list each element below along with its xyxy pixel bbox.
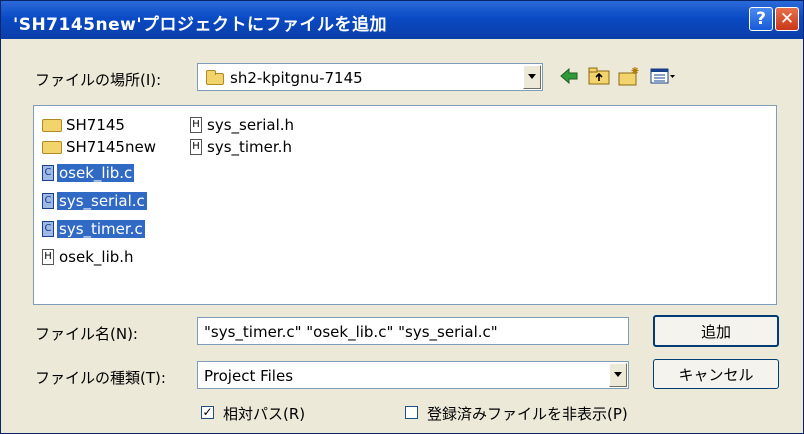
file-item[interactable]: C sys_timer.c xyxy=(42,218,145,240)
new-folder-icon[interactable] xyxy=(617,65,641,87)
add-files-dialog: 'SH7145new'プロジェクトにファイルを追加 ? ✕ ファイルの場所(I)… xyxy=(0,0,804,434)
cancel-button[interactable]: キャンセル xyxy=(653,359,779,389)
file-item[interactable]: C sys_serial.c xyxy=(42,190,147,212)
file-item[interactable]: C osek_lib.c xyxy=(42,162,135,184)
folder-icon xyxy=(206,70,224,85)
dialog-title: 'SH7145new'プロジェクトにファイルを追加 xyxy=(13,15,388,35)
filename-input[interactable]: "sys_timer.c" "osek_lib.c" "sys_serial.c… xyxy=(197,317,629,345)
title-bar[interactable]: 'SH7145new'プロジェクトにファイルを追加 ? ✕ xyxy=(1,1,803,39)
help-button[interactable]: ? xyxy=(749,7,773,31)
chevron-down-icon[interactable] xyxy=(523,65,541,89)
folder-icon xyxy=(42,118,62,132)
filename-value: "sys_timer.c" "osek_lib.c" "sys_serial.c… xyxy=(204,323,498,341)
relative-path-label: 相対パス(R) xyxy=(223,405,306,423)
location-dropdown[interactable]: sh2-kpitgnu-7145 xyxy=(197,63,543,91)
add-button[interactable]: 追加 xyxy=(653,315,779,347)
folder-item[interactable]: SH7145 xyxy=(42,114,127,136)
h-file-icon: H xyxy=(190,117,202,133)
filetype-dropdown[interactable]: Project Files xyxy=(197,361,629,389)
folder-item[interactable]: SH7145new xyxy=(42,136,158,158)
file-item[interactable]: H sys_timer.h xyxy=(190,136,294,158)
file-list[interactable]: SH7145 SH7145new C osek_lib.c C sys_seri… xyxy=(33,105,777,305)
relative-path-checkbox[interactable]: ✓ xyxy=(201,406,214,419)
c-file-icon: C xyxy=(42,221,54,237)
filetype-label: ファイルの種類(T): xyxy=(35,369,166,387)
filename-label: ファイル名(N): xyxy=(35,325,138,343)
location-value: sh2-kpitgnu-7145 xyxy=(230,69,363,87)
filetype-value: Project Files xyxy=(204,367,294,385)
c-file-icon: C xyxy=(42,193,54,209)
hide-registered-label: 登録済みファイルを非表示(P) xyxy=(427,405,628,423)
h-file-icon: H xyxy=(42,249,54,265)
view-menu-icon[interactable] xyxy=(649,65,677,87)
location-label: ファイルの場所(I): xyxy=(35,71,162,89)
chevron-down-icon[interactable] xyxy=(609,363,627,387)
c-file-icon: C xyxy=(42,165,54,181)
file-item[interactable]: H osek_lib.h xyxy=(42,246,136,268)
arrow-left-icon[interactable] xyxy=(557,65,581,87)
close-button[interactable]: ✕ xyxy=(775,7,799,31)
h-file-icon: H xyxy=(190,139,202,155)
folder-up-icon[interactable] xyxy=(587,65,611,87)
file-item[interactable]: H sys_serial.h xyxy=(190,114,296,136)
folder-icon xyxy=(42,140,62,154)
hide-registered-checkbox[interactable] xyxy=(405,406,418,419)
